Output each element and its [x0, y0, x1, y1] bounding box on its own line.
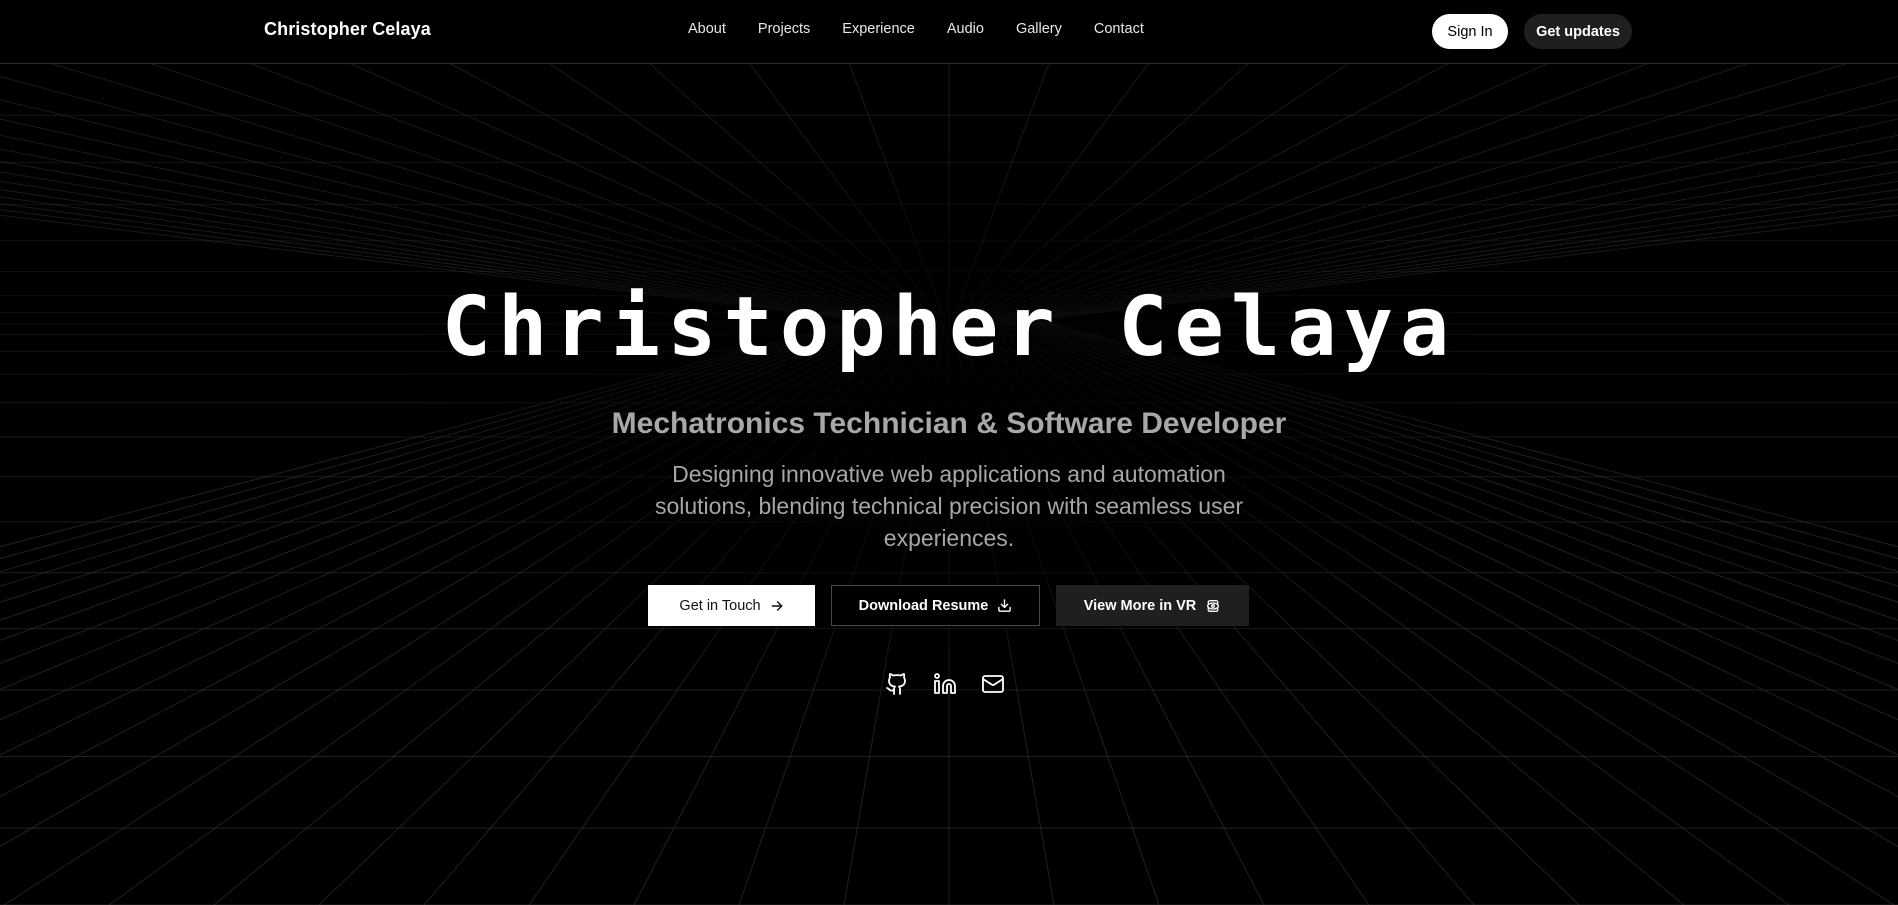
email-link[interactable] [981, 672, 1005, 696]
download-icon [998, 599, 1012, 612]
nav-audio[interactable]: Audio [947, 21, 984, 37]
get-in-touch-label: Get in Touch [679, 597, 761, 614]
nav-experience[interactable]: Experience [842, 21, 915, 37]
nav-contact[interactable]: Contact [1094, 21, 1144, 37]
vr-eye-icon [1207, 599, 1220, 612]
get-updates-button[interactable]: Get updates [1524, 14, 1632, 49]
cta-row: Get in Touch Download Resume View More i… [0, 585, 1898, 626]
view-more-in-vr-button[interactable]: View More in VR [1056, 585, 1249, 626]
hero-section: Christopher Celaya Mechatronics Technici… [0, 0, 1898, 905]
download-resume-label: Download Resume [858, 597, 989, 614]
site-header: Christopher Celaya About Projects Experi… [0, 0, 1898, 64]
mail-icon [982, 675, 1004, 693]
linkedin-icon [934, 673, 956, 694]
nav-projects[interactable]: Projects [758, 21, 810, 37]
github-icon [886, 673, 906, 695]
hero-description: Designing innovative web applications an… [654, 461, 1244, 551]
get-in-touch-button[interactable]: Get in Touch [648, 585, 815, 626]
github-link[interactable] [885, 672, 909, 696]
brand-logo-link[interactable]: Christopher Celaya [264, 19, 431, 40]
download-resume-button[interactable]: Download Resume [831, 585, 1040, 626]
nav-gallery[interactable]: Gallery [1016, 21, 1062, 37]
social-links [885, 672, 1005, 696]
view-more-in-vr-label: View More in VR [1083, 597, 1197, 614]
sign-in-button[interactable]: Sign In [1432, 14, 1508, 49]
nav-about[interactable]: About [688, 21, 726, 37]
arrow-right-icon [771, 600, 782, 611]
main-nav: About Projects Experience Audio Gallery … [688, 21, 1176, 37]
page: Christopher Celaya About Projects Experi… [0, 0, 1898, 905]
linkedin-link[interactable] [933, 672, 957, 696]
hero-subtitle: Mechatronics Technician & Software Devel… [611, 407, 1287, 440]
hero-title: Christopher Celaya [441, 280, 1457, 375]
